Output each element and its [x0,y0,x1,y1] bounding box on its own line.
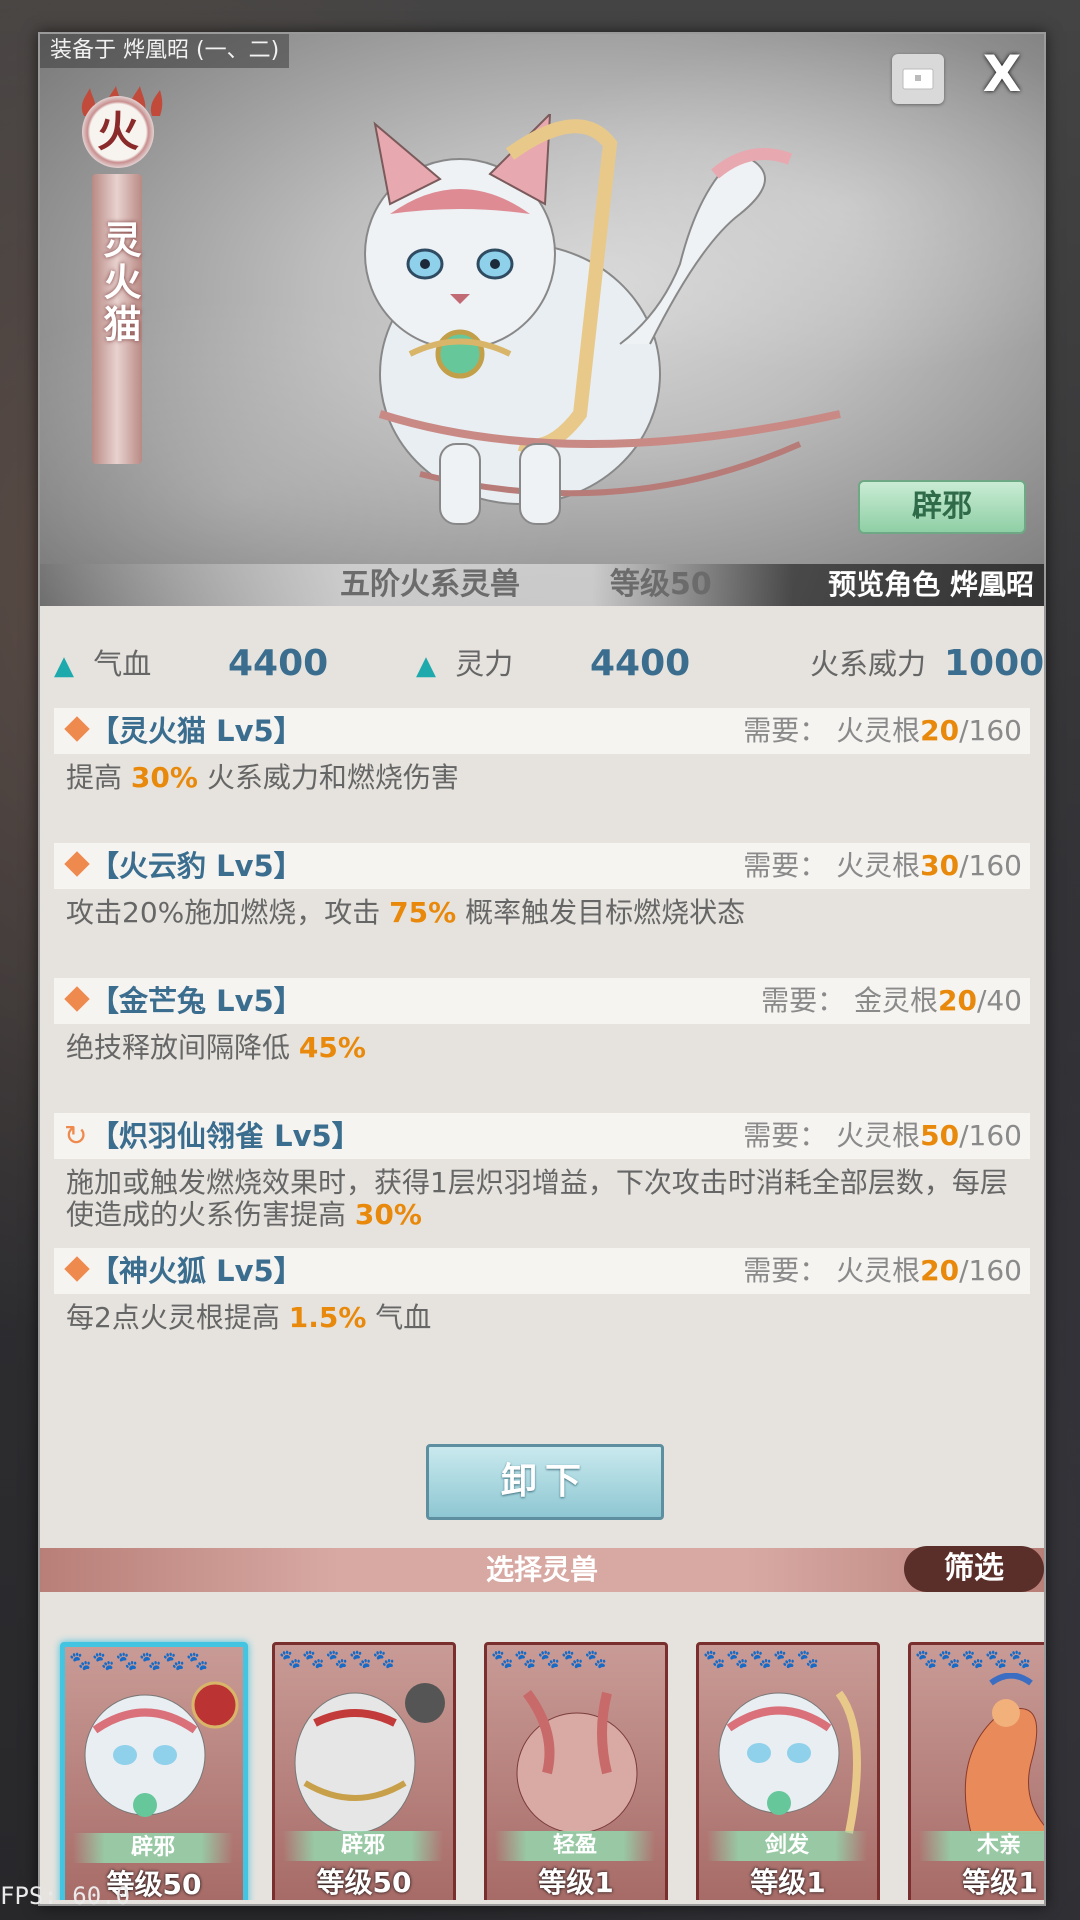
beast-portrait [294,1683,445,1834]
beast-portrait [964,1673,1044,1834]
beast-tag: 木亲 [919,1831,1044,1861]
paw-stars-icon: 🐾🐾🐾🐾🐾🐾 [69,1651,210,1672]
beast-level: 等级50 [610,567,712,602]
beast-tag: 轻盈 [495,1831,655,1861]
close-button[interactable]: X [976,48,1028,100]
fire-power-value: 1000 [944,643,1045,684]
beast-card-level: 等级50 [316,1866,412,1899]
skill-description: 每2点火灵根提高 1.5% 气血 [66,1301,432,1334]
skill-description: 提高 30% 火系威力和燃烧伤害 [66,761,459,794]
skill-entry: 【金芒兔 Lv5】 需要： 金灵根20/40 绝技释放间隔降低 45% [54,978,1030,1064]
beast-name: 灵火猫 [97,220,141,346]
unequip-button[interactable]: 卸下 [426,1444,664,1520]
element-badge: 火 [76,86,164,174]
skill-name: 【金芒兔 Lv5】 [90,984,303,1018]
spirit-fire-cat-art [364,114,841,525]
info-bar: 五阶火系灵兽 等级50 预览角色 烨凰昭 [40,564,1044,606]
beast-card[interactable]: 🐾🐾🐾🐾🐾 辟邪 等级50 [272,1642,456,1900]
beast-tag: 剑发 [707,1831,867,1861]
beast-card[interactable]: 🐾🐾🐾🐾🐾 剑发 等级1 [696,1642,880,1900]
beast-portrait [718,1690,861,1834]
skill-name: 【神火狐 Lv5】 [90,1254,303,1288]
beast-card-level: 等级1 [750,1866,826,1899]
beast-portrait [84,1681,239,1817]
fps-counter: FPS: 60.0 [0,1882,131,1910]
diamond-icon [64,1256,90,1282]
fire-element-symbol: 火 [82,96,154,168]
beast-card-level: 等级1 [538,1866,614,1899]
preview-character[interactable]: 预览角色 烨凰昭 [828,564,1034,606]
paw-stars-icon: 🐾🐾🐾🐾🐾 [491,1649,609,1670]
paw-stars-icon: 🐾🐾🐾🐾🐾 [915,1649,1033,1670]
trait-button[interactable]: 辟邪 [858,480,1026,534]
stat-hp: ▲ 气血 4400 [54,634,328,694]
select-beast-bar: 选择灵兽 [40,1548,1044,1592]
beast-card[interactable]: 🐾🐾🐾🐾🐾🐾 辟邪 等级50 [60,1642,248,1900]
filter-button[interactable]: 筛选 [904,1546,1044,1592]
up-triangle-icon: ▲ [54,651,74,681]
beast-name-strip: 灵火猫 [92,174,142,464]
diamond-icon [64,851,90,877]
skill-entry: 【神火狐 Lv5】 需要： 火灵根20/160 每2点火灵根提高 1.5% 气血 [54,1248,1030,1334]
sp-value: 4400 [590,643,691,684]
stat-sp: ▲ 灵力 4400 [416,634,690,694]
beast-card-list: 🐾🐾🐾🐾🐾🐾 辟邪 等级50 🐾🐾🐾🐾🐾 辟邪 等级50 🐾🐾🐾🐾🐾 轻盈 等级… [40,1600,1044,1900]
skill-name: 【火云豹 Lv5】 [90,849,303,883]
select-beast-title: 选择灵兽 [485,1553,598,1586]
skill-name: 【灵火猫 Lv5】 [90,714,303,748]
skill-requirement: 需要： 火灵根50/160 [743,1119,1022,1152]
skill-requirement: 需要： 火灵根30/160 [743,849,1022,882]
hero-art-area: 装备于 烨凰昭 (一、二) X 火 灵火猫 辟邪 五阶火系灵兽 等级50 预览角… [40,34,1044,606]
skill-requirement: 需要： 金灵根20/40 [761,984,1022,1017]
beast-detail-panel: 装备于 烨凰昭 (一、二) X 火 灵火猫 辟邪 五阶火系灵兽 等级50 预览角… [38,32,1046,1906]
hp-value: 4400 [228,643,329,684]
skill-entry: 【灵火猫 Lv5】 需要： 火灵根20/160 提高 30% 火系威力和燃烧伤害 [54,708,1030,794]
up-triangle-icon: ▲ [416,651,436,681]
diamond-icon [64,716,90,742]
beast-tag: 辟邪 [283,1831,443,1861]
beast-card-level: 等级1 [962,1866,1038,1899]
paw-stars-icon: 🐾🐾🐾🐾🐾 [703,1649,821,1670]
skill-requirement: 需要： 火灵根20/160 [743,714,1022,747]
beast-card[interactable]: 🐾🐾🐾🐾🐾 木亲 等级1 [908,1642,1044,1900]
skill-entry: 【火云豹 Lv5】 需要： 火灵根30/160 攻击20%施加燃烧，攻击 75%… [54,843,1030,929]
stat-fire-power: 火系威力 1000 [810,634,1044,694]
beast-card[interactable]: 🐾🐾🐾🐾🐾 轻盈 等级1 [484,1642,668,1900]
beast-grade: 五阶火系灵兽 [340,567,520,602]
stats-row: ▲ 气血 4400 ▲ 灵力 4400 火系威力 1000 [40,634,1044,694]
skill-name: 【炽羽仙翎雀 Lv5】 [90,1119,361,1153]
refresh-icon: ↻ [64,1119,88,1152]
info-button[interactable] [892,54,944,104]
equipped-on-label: 装备于 烨凰昭 (一、二) [40,34,290,68]
skill-requirement: 需要： 火灵根20/160 [743,1254,1022,1287]
skill-description: 绝技释放间隔降低 45% [66,1031,366,1064]
paw-stars-icon: 🐾🐾🐾🐾🐾 [279,1649,397,1670]
card-icon [902,68,934,90]
beast-tag: 辟邪 [73,1833,233,1863]
skill-description: 攻击20%施加燃烧，攻击 75% 概率触发目标燃烧状态 [66,896,746,929]
diamond-icon [64,986,90,1012]
skill-entry: ↻ 【炽羽仙翎雀 Lv5】 需要： 火灵根50/160 施加或触发燃烧效果时，获… [54,1113,1030,1231]
skill-description: 施加或触发燃烧效果时，获得1层炽羽增益，下次攻击时消耗全部层数，每层使造成的火系… [66,1166,1008,1231]
beast-portrait [516,1690,638,1834]
